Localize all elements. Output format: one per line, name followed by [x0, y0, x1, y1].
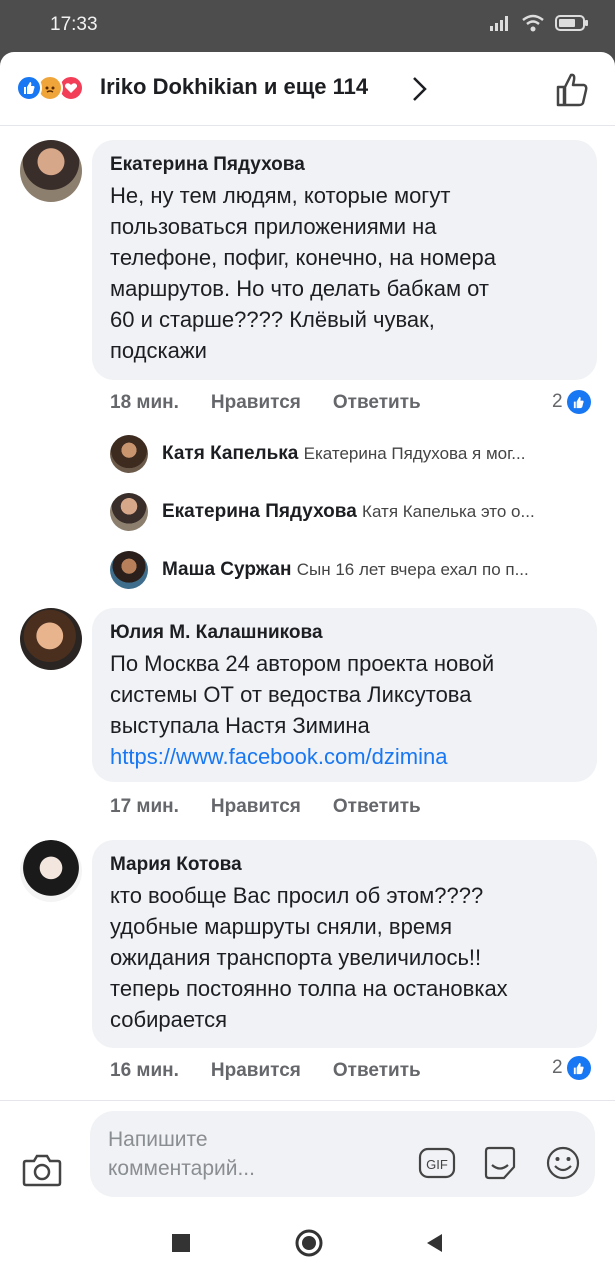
back-button[interactable]: [424, 1232, 444, 1254]
reply-text: Катя Капелька это о...: [362, 502, 535, 521]
comment-input[interactable]: Напишите комментарий... GIF: [90, 1111, 595, 1197]
wifi-icon: [522, 14, 544, 32]
reactors-names: Iriko Dokhikian и еще 114: [100, 74, 369, 99]
status-time: 17:33: [50, 14, 98, 35]
comment-bubble: Екатерина Пядухова Не, ну тем людям, кот…: [92, 140, 597, 380]
reply-text: Екатерина Пядухова я мог...: [303, 444, 526, 463]
reply-button[interactable]: Ответить: [333, 1060, 421, 1082]
comment-bubble: Юлия М. Калашникова По Москва 24 автором…: [92, 608, 597, 782]
reply-button[interactable]: Ответить: [333, 392, 421, 414]
like-reaction-icon: [566, 390, 591, 414]
avatar: [110, 435, 148, 473]
svg-text:GIF: GIF: [426, 1157, 448, 1172]
reply-button[interactable]: Ответить: [333, 796, 421, 818]
comments-sheet: Iriko Dokhikian и еще 114 Екатерина Пяду…: [0, 52, 615, 1280]
avatar: [110, 551, 148, 589]
comment-meta: 17 мин. Нравится Ответить: [110, 796, 453, 818]
reaction-stack: [16, 75, 96, 103]
comment-text: Не, ну тем людям, которые могут пользова…: [110, 183, 496, 363]
system-nav-bar: [0, 1210, 615, 1280]
reply-author: Маша Суржан: [162, 559, 292, 580]
comment-input-placeholder: Напишите комментарий...: [108, 1128, 255, 1180]
like-button[interactable]: Нравится: [211, 1060, 301, 1082]
recents-button[interactable]: [172, 1234, 190, 1252]
like-reaction-icon: [16, 75, 42, 101]
comment-time: 17 мин.: [110, 796, 179, 817]
chevron-right-icon[interactable]: [410, 76, 428, 102]
camera-icon[interactable]: [22, 1151, 62, 1187]
like-button[interactable]: Нравится: [211, 392, 301, 414]
like-button[interactable]: Нравится: [211, 796, 301, 818]
comment-text: По Москва 24 автором проекта новой систе…: [110, 651, 495, 738]
like-reaction-icon: [566, 1056, 591, 1080]
thumbs-up-icon[interactable]: [552, 70, 592, 110]
comment-time: 18 мин.: [110, 392, 179, 413]
comment-author[interactable]: Мария Котова: [110, 854, 579, 876]
comment-meta: 16 мин. Нравится Ответить: [110, 1060, 453, 1082]
avatar: [110, 493, 148, 531]
comment-bubble: Мария Котова кто вообще Вас просил об эт…: [92, 840, 597, 1048]
home-button[interactable]: [294, 1228, 324, 1258]
like-count-value: 2: [552, 1057, 563, 1078]
comment-like-count[interactable]: 2: [552, 390, 591, 414]
comment-author[interactable]: Юлия М. Калашникова: [110, 622, 579, 644]
reply-author: Екатерина Пядухова: [162, 501, 357, 522]
status-icons: [489, 14, 589, 32]
avatar[interactable]: [20, 608, 82, 670]
reply-preview[interactable]: Маша Суржан Сын 16 лет вчера ехал по п..…: [110, 551, 600, 591]
emoji-icon[interactable]: [545, 1145, 581, 1181]
comment-link[interactable]: https://www.facebook.com/dzimina: [110, 741, 579, 772]
comment-author[interactable]: Екатерина Пядухова: [110, 154, 579, 176]
like-count-value: 2: [552, 391, 563, 412]
avatar[interactable]: [20, 840, 82, 902]
gif-icon[interactable]: GIF: [418, 1147, 456, 1179]
reply-text: Сын 16 лет вчера ехал по п...: [296, 560, 529, 579]
sticker-icon[interactable]: [482, 1145, 518, 1181]
reply-preview[interactable]: Катя Капелька Екатерина Пядухова я мог..…: [110, 435, 600, 475]
comment-composer: Напишите комментарий... GIF: [0, 1100, 615, 1211]
avatar[interactable]: [20, 140, 82, 202]
comment-meta: 18 мин. Нравится Ответить: [110, 392, 453, 414]
signal-icon: [490, 16, 508, 31]
comment-like-count[interactable]: 2: [552, 1056, 591, 1080]
reactions-header[interactable]: Iriko Dokhikian и еще 114: [0, 52, 615, 126]
reply-author: Катя Капелька: [162, 443, 299, 464]
comment-text: кто вообще Вас просил об этом???? удобны…: [110, 883, 508, 1032]
status-bar: 17:33: [0, 0, 615, 52]
battery-icon: [555, 15, 588, 31]
comment-time: 16 мин.: [110, 1060, 179, 1081]
reply-preview[interactable]: Екатерина Пядухова Катя Капелька это о..…: [110, 493, 600, 533]
